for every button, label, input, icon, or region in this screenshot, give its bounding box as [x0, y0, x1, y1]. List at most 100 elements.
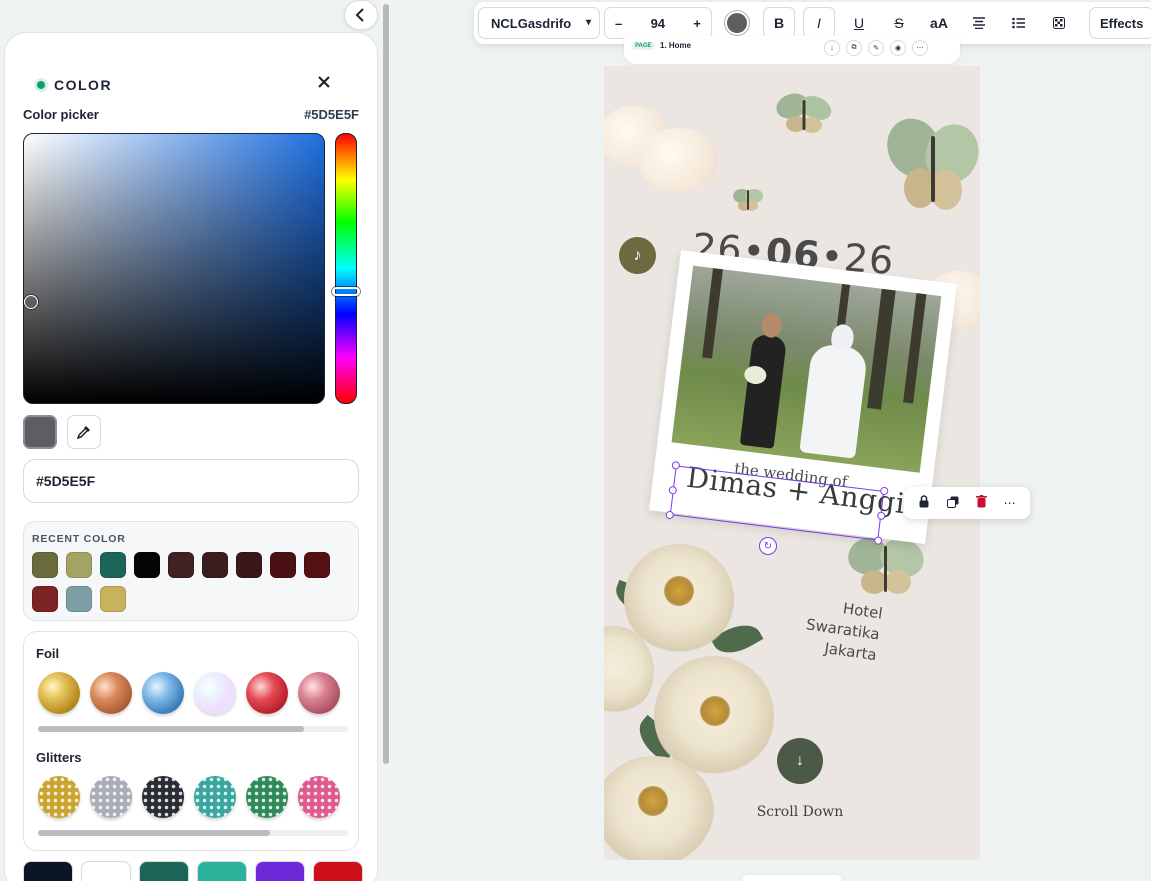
venue-text[interactable]: Hotel Swaratika Jakarta	[768, 589, 884, 666]
recent-color-swatch[interactable]	[100, 586, 126, 612]
page-name[interactable]: 1. Home	[660, 41, 691, 50]
font-family-value: NCLGasdrifo	[491, 15, 572, 31]
glitter-row	[38, 776, 340, 818]
pink-glitter-swatch[interactable]	[298, 776, 340, 818]
underline-button[interactable]: U	[843, 7, 875, 39]
recent-color-swatch[interactable]	[270, 552, 296, 578]
strikethrough-button[interactable]: S	[883, 7, 915, 39]
font-size-decrease-button[interactable]: –	[615, 16, 622, 31]
preset-color-swatch[interactable]	[139, 861, 189, 881]
page-header-bar: PAGE 1. Home ↓ ⧉ ✎ ◉ ⋯	[624, 36, 960, 64]
recent-color-swatch[interactable]	[202, 552, 228, 578]
text-case-button[interactable]: aA	[923, 7, 955, 39]
align-center-icon	[973, 17, 985, 29]
italic-button[interactable]: I	[803, 7, 835, 39]
panel-scrollbar[interactable]	[381, 0, 391, 881]
groom-figure	[739, 333, 788, 449]
preset-color-swatch[interactable]	[255, 861, 305, 881]
preset-color-swatch[interactable]	[23, 861, 73, 881]
recent-color-swatch[interactable]	[100, 552, 126, 578]
recent-color-swatch[interactable]	[66, 552, 92, 578]
underline-icon: U	[853, 15, 865, 31]
hue-slider-handle[interactable]	[332, 287, 360, 296]
list-button[interactable]	[1003, 7, 1035, 39]
page-navigation-pill[interactable]	[742, 875, 842, 881]
duplicate-page-icon[interactable]: ⧉	[846, 40, 862, 56]
recent-color-swatch[interactable]	[134, 552, 160, 578]
transparency-button[interactable]	[1043, 7, 1075, 39]
move-down-icon[interactable]: ↓	[824, 40, 840, 56]
blue-foil-swatch[interactable]	[142, 672, 184, 714]
scroll-down-label: Scroll Down	[756, 804, 844, 820]
current-color-swatch[interactable]	[23, 415, 57, 449]
panel-title: COLOR	[54, 77, 113, 93]
panel-scrollbar-thumb[interactable]	[383, 4, 389, 764]
edit-page-icon[interactable]: ✎	[868, 40, 884, 56]
gold-foil-swatch[interactable]	[38, 672, 80, 714]
eyedropper-button[interactable]	[67, 415, 101, 449]
resize-handle[interactable]	[668, 485, 678, 495]
music-toggle-button[interactable]: ♪	[619, 237, 656, 274]
effects-button[interactable]: Effects	[1089, 7, 1151, 39]
recent-color-swatch[interactable]	[304, 552, 330, 578]
hue-slider[interactable]	[332, 133, 360, 404]
more-icon: ⋯	[1003, 496, 1016, 510]
list-icon	[1012, 17, 1025, 29]
recent-color-swatch[interactable]	[32, 586, 58, 612]
silver-glitter-swatch[interactable]	[90, 776, 132, 818]
color-panel: COLOR Color picker #5D5E5F RECENT COLOR …	[4, 32, 378, 881]
font-size-value[interactable]: 94	[651, 16, 665, 31]
copper-foil-swatch[interactable]	[90, 672, 132, 714]
butterfly-icon	[733, 189, 763, 211]
rose-foil-swatch[interactable]	[298, 672, 340, 714]
more-options-button[interactable]: ⋯	[1004, 496, 1016, 510]
recent-color-swatch[interactable]	[66, 586, 92, 612]
text-color-button[interactable]	[727, 13, 747, 33]
cloud-decoration	[638, 128, 718, 192]
bold-button[interactable]: B	[763, 7, 795, 39]
chevron-left-icon	[355, 8, 364, 22]
saturation-value-handle[interactable]	[24, 295, 38, 309]
collapse-panel-button[interactable]	[344, 0, 378, 30]
preset-color-swatch[interactable]	[313, 861, 363, 881]
glitter-scrollbar[interactable]	[38, 830, 348, 836]
align-center-button[interactable]	[963, 7, 995, 39]
delete-element-button[interactable]	[975, 495, 987, 511]
peony-center	[638, 786, 668, 816]
resize-handle[interactable]	[665, 510, 675, 520]
holographic-foil-swatch[interactable]	[194, 672, 236, 714]
saturation-value-area[interactable]	[23, 133, 325, 404]
couple-photo	[671, 265, 942, 473]
foil-scrollbar[interactable]	[38, 726, 348, 732]
green-glitter-swatch[interactable]	[246, 776, 288, 818]
black-glitter-swatch[interactable]	[142, 776, 184, 818]
chevron-down-icon: ▾	[585, 17, 591, 28]
foil-title: Foil	[36, 646, 60, 661]
italic-icon: I	[817, 15, 821, 31]
foil-row	[38, 672, 340, 714]
preset-color-swatch[interactable]	[197, 861, 247, 881]
hide-page-icon[interactable]: ◉	[890, 40, 906, 56]
scroll-down-button[interactable]: ↓	[777, 738, 823, 784]
font-size-increase-button[interactable]: +	[693, 16, 701, 31]
rotate-icon: ↻	[763, 540, 773, 552]
lock-icon	[919, 495, 929, 508]
lock-element-button[interactable]	[918, 495, 930, 511]
preset-color-swatch[interactable]	[81, 861, 131, 881]
recent-color-swatch[interactable]	[236, 552, 262, 578]
more-page-options-icon[interactable]: ⋯	[912, 40, 928, 56]
red-foil-swatch[interactable]	[246, 672, 288, 714]
font-family-select[interactable]: NCLGasdrifo ▾	[478, 7, 600, 39]
recent-color-swatch[interactable]	[32, 552, 58, 578]
duplicate-icon	[947, 496, 959, 508]
resize-handle[interactable]	[671, 460, 681, 470]
teal-glitter-swatch[interactable]	[194, 776, 236, 818]
hex-input[interactable]	[23, 459, 359, 503]
glitter-title: Glitters	[36, 750, 82, 765]
gold-glitter-swatch[interactable]	[38, 776, 80, 818]
close-panel-button[interactable]	[317, 73, 331, 93]
rotate-handle[interactable]: ↻	[759, 537, 777, 555]
recent-color-swatch[interactable]	[168, 552, 194, 578]
invitation-canvas[interactable]: ♪ 26•06•26 the wedding of Dimas + Anggi …	[604, 66, 980, 860]
duplicate-element-button[interactable]	[947, 496, 959, 511]
